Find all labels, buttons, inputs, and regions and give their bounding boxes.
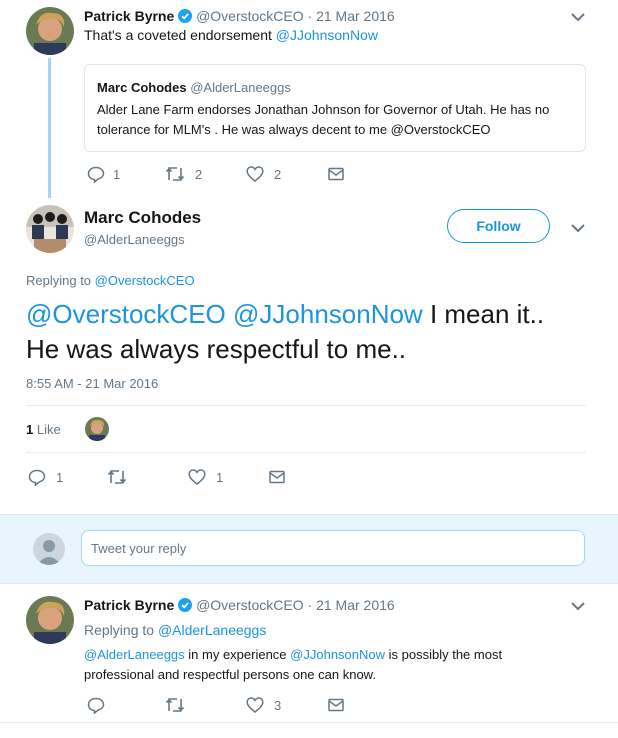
quoted-handle: @AlderLaneeggs [190,80,291,95]
retweet-button[interactable]: 2 [165,166,202,182]
like-button[interactable]: 2 [246,166,281,182]
reply-button[interactable] [87,697,105,714]
tweet-date[interactable]: 21 Mar 2016 [316,8,395,24]
replying-to: Replying to @OverstockCEO [26,273,195,288]
avatar-patrick-byrne[interactable] [26,596,74,644]
quoted-author: Marc Cohodes [97,80,187,95]
heart-icon [246,166,264,182]
direct-message-button[interactable] [328,167,344,181]
retweet-button[interactable] [107,469,127,485]
reply-input-placeholder: Tweet your reply [91,541,187,556]
reply-icon [87,166,105,183]
divider [26,405,586,406]
likes-stat[interactable]: 1 Like [26,422,61,437]
author-handle[interactable]: @OverstockCEO [196,597,304,613]
main-author-handle[interactable]: @AlderLaneeggs [84,232,185,247]
replying-to-link[interactable]: @AlderLaneeggs [158,622,266,638]
envelope-icon [328,167,344,181]
reply-icon [87,697,105,714]
tweet-date[interactable]: 21 Mar 2016 [316,597,395,613]
mention-link[interactable]: @OverstockCEO [26,299,226,329]
follow-button[interactable]: Follow [447,209,550,243]
like-count: 1 [216,469,224,485]
like-button[interactable]: 3 [246,697,281,713]
retweet-icon [107,470,127,484]
mention-link[interactable]: @JJohnsonNow [290,647,385,662]
tweet3-header: Patrick Byrne @OverstockCEO · 21 Mar 201… [84,597,395,615]
author-name[interactable]: Patrick Byrne [84,597,174,613]
verified-badge-icon [178,9,193,26]
retweet-count: 2 [195,166,203,182]
avatar-marc-cohodes[interactable] [26,205,74,253]
chevron-down-icon[interactable] [571,223,585,233]
follow-button-label: Follow [476,218,521,234]
separator: · [307,8,313,24]
chevron-down-icon[interactable] [571,12,585,22]
replying-to: Replying to @AlderLaneeggs [84,622,267,638]
quoted-header: Marc Cohodes @AlderLaneeggs [97,80,291,95]
reply-button[interactable]: 1 [87,166,120,183]
like-count: 2 [274,166,282,182]
current-user-avatar [33,533,65,565]
tweet1-header: Patrick Byrne @OverstockCEO · 21 Mar 201… [84,8,395,26]
quoted-text: Alder Lane Farm endorses Jonathan Johnso… [97,102,550,137]
reply-count: 1 [56,470,64,485]
liker-avatar[interactable] [85,417,109,441]
thread-line [48,58,51,198]
avatar-patrick-byrne[interactable] [26,7,74,55]
separator: · [307,597,313,613]
mention-link[interactable]: @AlderLaneeggs [84,647,185,662]
heart-icon [246,697,264,713]
tweet-reply-input[interactable]: Tweet your reply [81,530,585,566]
retweet-button[interactable] [165,697,185,713]
likes-stat-count: 1 [26,422,34,437]
like-count: 3 [274,697,282,713]
main-tweet-text: @OverstockCEO @JJohnsonNow I mean it.. H… [26,299,545,364]
envelope-icon [328,698,344,712]
author-handle[interactable]: @OverstockCEO [196,8,304,24]
verified-badge-icon [178,598,193,615]
chevron-down-icon[interactable] [571,601,585,611]
heart-icon [188,469,206,485]
author-name[interactable]: Patrick Byrne [84,8,174,24]
tweet3-text: @AlderLaneeggs in my experience @JJohnso… [84,647,503,682]
divider [0,722,618,723]
like-button[interactable]: 1 [188,469,223,485]
direct-message-button[interactable] [269,470,285,484]
mention-link[interactable]: @JJohnsonNow [276,27,378,43]
reply-icon [28,469,46,486]
reply-count: 1 [113,167,121,182]
tweet1-text: That's a coveted endorsement @JJohnsonNo… [84,27,378,43]
reply-button[interactable]: 1 [28,469,63,486]
envelope-icon [269,470,285,484]
main-author-name[interactable]: Marc Cohodes [84,208,201,228]
likes-stat-label: Like [36,422,61,437]
main-tweet-timestamp[interactable]: 8:55 AM - 21 Mar 2016 [26,376,158,391]
direct-message-button[interactable] [328,698,344,712]
divider [26,452,586,453]
retweet-icon [165,167,185,181]
mention-link[interactable]: @JJohnsonNow [233,299,423,329]
replying-to-link[interactable]: @OverstockCEO [95,273,195,288]
retweet-icon [165,698,185,712]
